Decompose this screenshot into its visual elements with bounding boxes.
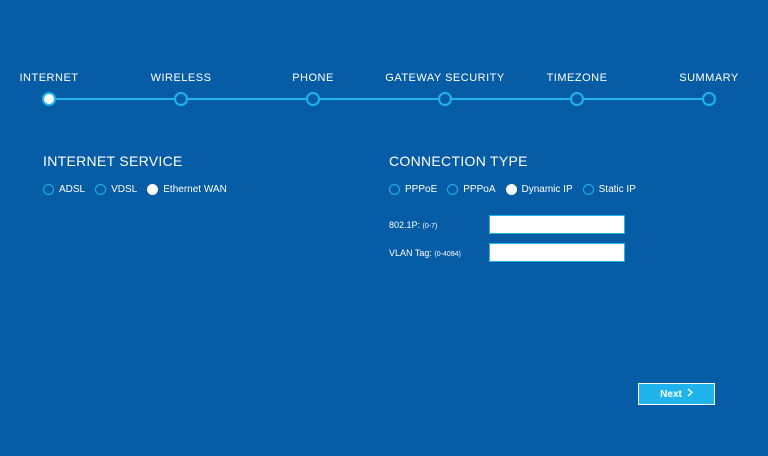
field-label-text: 802.1P: (389, 219, 421, 230)
step-dot-active (42, 92, 56, 106)
radio-button-selected[interactable] (147, 184, 159, 195)
step-summary[interactable]: SUMMARY (629, 70, 768, 106)
setup-wizard: INTERNET WIRELESS PHONE GATEWAY SECURITY… (0, 0, 768, 456)
radio-label: Dynamic IP (521, 184, 573, 195)
field-hint: (0-7) (422, 222, 438, 230)
radio-label: ADSL (59, 184, 86, 195)
step-dot (306, 92, 320, 106)
vlan-tag-input[interactable] (489, 243, 625, 262)
step-dot (438, 92, 452, 106)
field-8021p: 802.1P: (0-7) (389, 215, 625, 234)
internet-service-title: INTERNET SERVICE (43, 153, 183, 169)
radio-label: VDSL (111, 184, 138, 195)
radio-pppoe[interactable]: PPPoE (389, 184, 437, 195)
radio-button-selected[interactable] (505, 184, 517, 195)
radio-vdsl[interactable]: VDSL (95, 184, 137, 195)
chevron-right-icon (687, 388, 693, 400)
step-dot (174, 92, 188, 106)
field-vlan-tag: VLAN Tag: (0-4094) (389, 243, 625, 262)
radio-button[interactable] (582, 184, 594, 195)
radio-button[interactable] (389, 184, 400, 195)
field-label-vlan-tag: VLAN Tag: (0-4094) (389, 248, 489, 258)
wizard-stepper: INTERNET WIRELESS PHONE GATEWAY SECURITY… (0, 0, 768, 120)
next-button-label: Next (660, 388, 682, 400)
field-hint: (0-4094) (434, 250, 461, 258)
radio-button[interactable] (95, 184, 107, 195)
8021p-input[interactable] (489, 215, 625, 234)
next-button[interactable]: Next (638, 383, 715, 405)
radio-pppoa[interactable]: PPPoA (447, 184, 496, 195)
radio-dynamic-ip[interactable]: Dynamic IP (505, 184, 573, 195)
stepper-track (52, 98, 712, 100)
radio-adsl[interactable]: ADSL (43, 184, 85, 195)
radio-button[interactable] (43, 184, 54, 195)
step-label: SUMMARY (679, 72, 739, 84)
field-label-8021p: 802.1P: (0-7) (389, 220, 489, 230)
connection-type-title: CONNECTION TYPE (389, 153, 528, 169)
step-dot (702, 92, 716, 106)
radio-ethernet-wan[interactable]: Ethernet WAN (147, 184, 227, 195)
step-dot (570, 92, 584, 106)
radio-static-ip[interactable]: Static IP (582, 184, 636, 195)
field-label-text: VLAN Tag: (389, 247, 432, 258)
radio-label: Ethernet WAN (163, 184, 227, 195)
internet-service-options: ADSL VDSL Ethernet WAN (43, 184, 237, 195)
radio-button[interactable] (447, 184, 459, 195)
connection-type-options: PPPoE PPPoA Dynamic IP Static IP (389, 184, 646, 195)
radio-label: PPPoE (405, 184, 438, 195)
radio-label: Static IP (598, 184, 636, 195)
radio-label: PPPoA (463, 184, 496, 195)
